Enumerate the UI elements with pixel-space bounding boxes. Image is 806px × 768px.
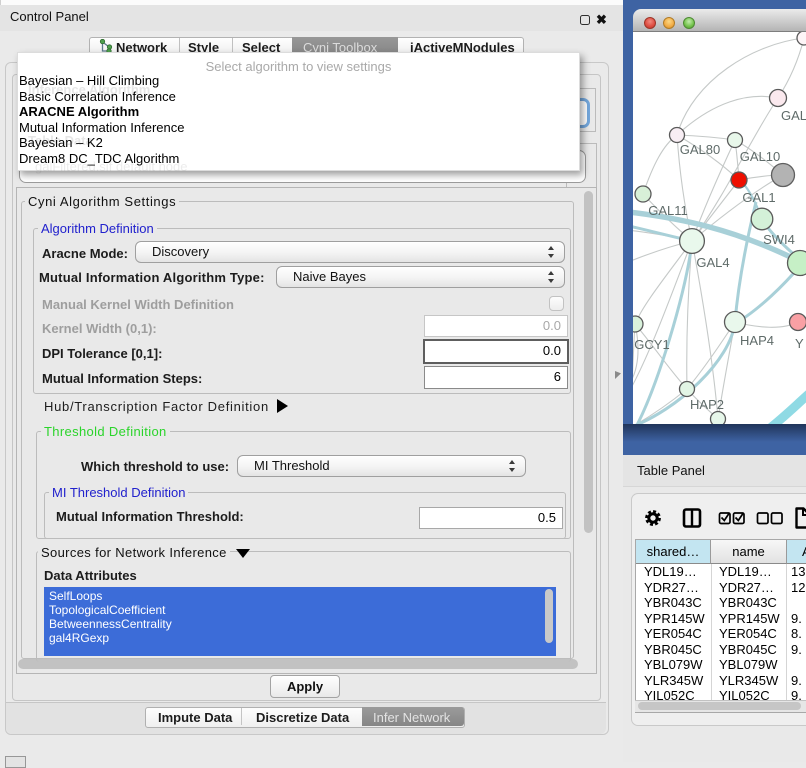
- svg-text:GCY1: GCY1: [634, 337, 669, 352]
- svg-text:SWI4: SWI4: [763, 232, 795, 247]
- svg-text:GAL11: GAL11: [648, 203, 688, 218]
- svg-text:GAL4: GAL4: [696, 255, 729, 270]
- svg-text:GAL1: GAL1: [742, 190, 775, 205]
- svg-text:Y: Y: [795, 336, 804, 351]
- svg-text:GAL80: GAL80: [680, 142, 720, 157]
- svg-text:HAP4: HAP4: [740, 333, 774, 348]
- svg-text:GAL7: GAL7: [781, 108, 806, 123]
- svg-text:HAP2: HAP2: [690, 397, 724, 412]
- svg-text:GAL10: GAL10: [740, 149, 780, 164]
